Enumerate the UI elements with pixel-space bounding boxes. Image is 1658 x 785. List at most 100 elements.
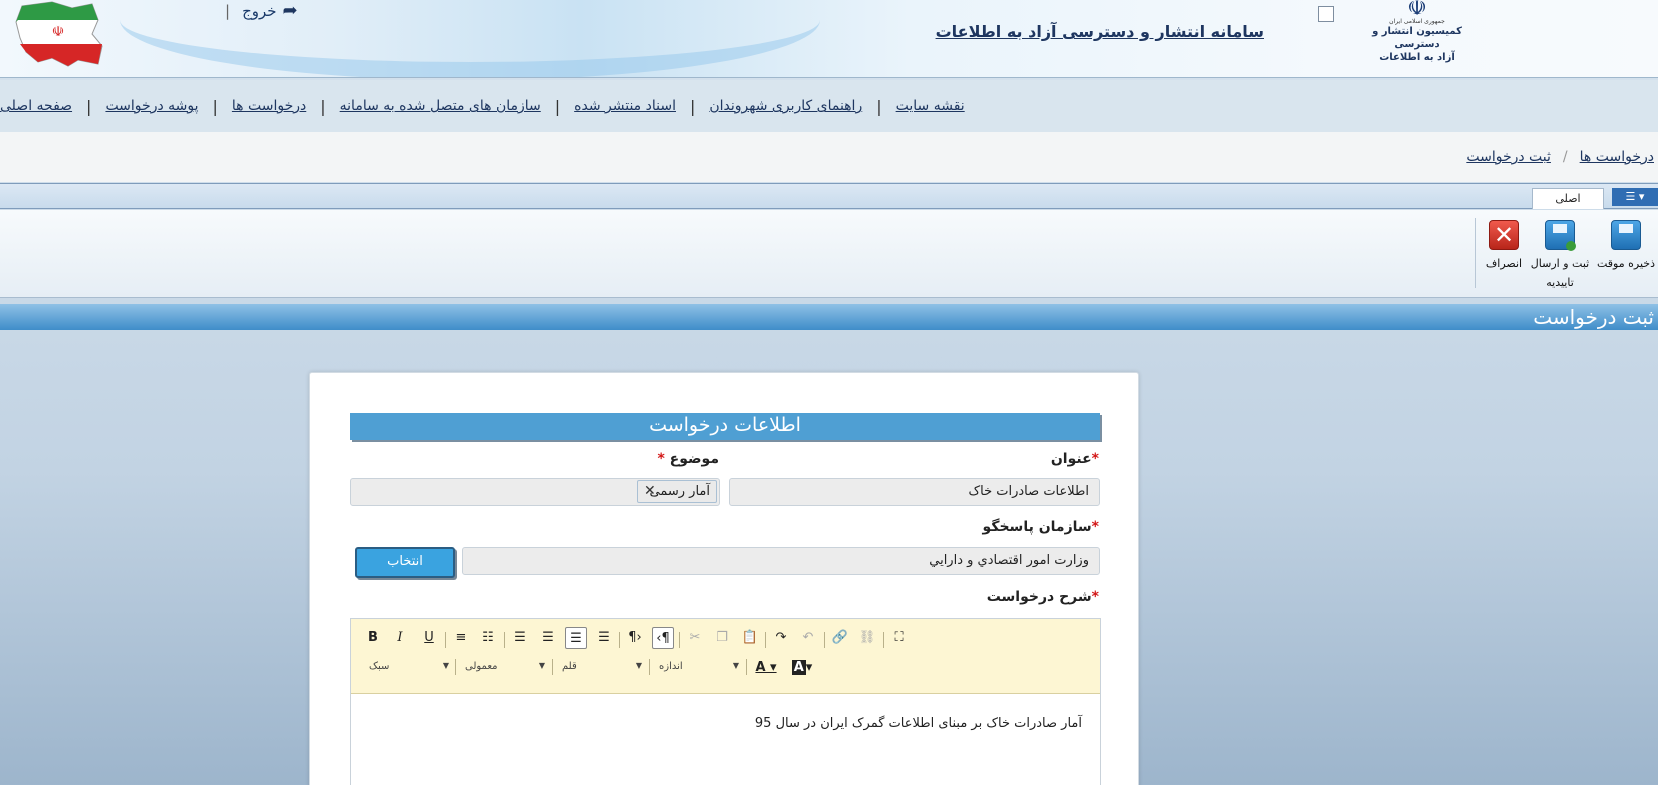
editor-content[interactable]: آمار صادرات خاک بر مبنای اطلاعات گمرک ای… (351, 694, 1100, 753)
nav-divider: | (86, 96, 92, 116)
required-mark: * (1091, 519, 1099, 535)
nav-citizen-guide[interactable]: راهنمای کاربری شهروندان (709, 98, 862, 114)
style-combo[interactable]: سبک ▼ (369, 661, 449, 679)
tab-main[interactable]: اصلی (1532, 188, 1604, 209)
cut-icon[interactable]: ✂ (684, 627, 706, 649)
maximize-icon[interactable]: ⛶ (888, 627, 910, 649)
copy-icon[interactable]: ❐ (711, 627, 733, 649)
toolbar-divider (445, 632, 446, 648)
paste-icon[interactable]: 📋 (739, 627, 761, 649)
menu-icon: ☰ ▾ (1625, 190, 1645, 203)
cancel-button[interactable]: ✕ انصراف (1474, 220, 1534, 273)
justify-icon[interactable]: ☰ (593, 627, 615, 649)
nav-divider: | (689, 96, 696, 116)
organization-input[interactable]: وزارت امور اقتصادي و دارايي (462, 547, 1100, 575)
breadcrumb-separator: / (1562, 149, 1568, 165)
description-label: *شرح درخواست (987, 589, 1099, 605)
chevron-down-icon: ▼ (538, 661, 545, 670)
ribbon-toolbar: ذخیره موقت ثبت و ارسال تاییدیه ✕ انصراف (0, 210, 1658, 298)
ribbon-tabstrip: اصلی ☰ ▾ (0, 183, 1658, 209)
link-icon[interactable]: 🔗 (829, 627, 851, 649)
emblem-icon: ☫ (1407, 0, 1427, 21)
ltr-direction-icon[interactable]: ¶› (624, 627, 646, 649)
align-right-icon[interactable]: ☰ (565, 627, 587, 649)
breadcrumb: درخواست ها / ثبت درخواست (0, 132, 1658, 182)
required-mark: * (657, 451, 665, 467)
nav-connected-orgs[interactable]: سازمان های متصل شده به سامانه (340, 98, 541, 114)
ribbon-menu-button[interactable]: ☰ ▾ (1612, 188, 1658, 206)
nav-request-folder[interactable]: پوشه درخواست (105, 98, 198, 114)
chevron-down-icon: ▼ (442, 661, 449, 670)
chevron-down-icon: ▼ (732, 661, 739, 670)
iran-flag-map-logo: ☫ (15, 1, 103, 67)
emblem-line2: کمیسیون انتشار و دسترسی (1372, 26, 1462, 50)
align-center-icon[interactable]: ☰ (537, 627, 559, 649)
breadcrumb-requests[interactable]: درخواست ها (1580, 149, 1654, 165)
underline-icon[interactable]: U (418, 627, 440, 649)
unlink-icon[interactable]: ⛓ (856, 627, 878, 649)
section-title: ثبت درخواست (0, 304, 1658, 330)
align-left-icon[interactable]: ☰ (509, 627, 531, 649)
cancel-label: انصراف (1485, 257, 1523, 270)
logout-icon: ➦ (282, 0, 298, 21)
editor-toolbar: B I U ≡ ☷ ☰ ☰ ☰ ☰ ¶› ‹¶ ✂ ❐ 📋 ↷ ↶ 🔗 ⛓ ⛶ (351, 619, 1100, 694)
italic-icon[interactable]: I (389, 627, 411, 649)
submit-label-line1: ثبت و ارسال (1530, 257, 1590, 270)
nav-requests[interactable]: درخواست ها (232, 98, 306, 114)
submit-button[interactable]: ثبت و ارسال تاییدیه (1530, 220, 1590, 292)
site-title[interactable]: سامانه انتشار و دسترسی آزاد به اطلاعات (936, 22, 1264, 41)
select-org-button[interactable]: انتخاب (355, 547, 455, 578)
font-combo[interactable]: قلم ▼ (562, 661, 642, 679)
toolbar-divider (504, 632, 505, 648)
breadcrumb-current[interactable]: ثبت درخواست (1466, 149, 1551, 165)
size-combo[interactable]: اندازه ▼ (659, 661, 739, 679)
format-combo-value: معمولی (465, 661, 498, 672)
required-mark: * (1091, 589, 1099, 605)
svg-text:☫: ☫ (52, 24, 65, 40)
bold-icon[interactable]: B (362, 627, 384, 649)
toolbar-divider (765, 632, 766, 648)
toolbar-divider (679, 632, 680, 648)
rich-text-editor: B I U ≡ ☷ ☰ ☰ ☰ ☰ ¶› ‹¶ ✂ ❐ 📋 ↷ ↶ 🔗 ⛓ ⛶ (350, 618, 1101, 785)
title-input[interactable]: اطلاعات صادرات خاک (729, 478, 1100, 506)
chip-remove-icon[interactable]: ✕ (644, 481, 656, 502)
emblem-line1: جمهوری اسلامی ایران (1389, 18, 1445, 25)
commission-emblem: ☫ جمهوری اسلامی ایران کمیسیون انتشار و د… (1362, 0, 1472, 64)
floppy-disk-icon (1611, 220, 1641, 250)
org-label-text: سازمان پاسخگو (982, 519, 1092, 535)
nav-divider: | (212, 96, 218, 116)
org-label: *سازمان پاسخگو (983, 519, 1099, 535)
toolbar-divider (619, 632, 620, 648)
size-combo-value: اندازه (659, 661, 683, 672)
chevron-down-icon: ▼ (635, 661, 642, 670)
undo-icon[interactable]: ↶ (797, 627, 819, 649)
description-label-text: شرح درخواست (986, 589, 1092, 605)
subject-label-text: موضوع (669, 451, 719, 467)
ribbon-divider (1475, 218, 1476, 288)
nav-divider: | (320, 96, 326, 116)
nav-home[interactable]: صفحه اصلی (0, 98, 72, 114)
save-draft-button[interactable]: ذخیره موقت (1596, 220, 1656, 273)
emblem-line3: آزاد به اطلاعات (1379, 52, 1455, 63)
format-combo[interactable]: معمولی ▼ (465, 661, 545, 679)
header-checkbox[interactable] (1318, 6, 1334, 22)
subject-label: موضوع * (657, 451, 719, 467)
nav-divider: | (876, 96, 882, 116)
logout-link[interactable]: | خروج ➦ (225, 0, 298, 21)
text-color-icon[interactable]: A ▾ (755, 657, 777, 679)
nav-published-docs[interactable]: اسناد منتشر شده (574, 98, 676, 114)
nav-divider: | (554, 96, 561, 116)
bullet-list-icon[interactable]: ☷ (477, 627, 499, 649)
form-heading: اطلاعات درخواست (350, 413, 1100, 440)
floppy-send-icon (1545, 220, 1576, 251)
toolbar-divider (649, 659, 650, 675)
redo-icon[interactable]: ↷ (770, 627, 792, 649)
main-nav: صفحه اصلی | پوشه درخواست | درخواست ها | … (0, 80, 1658, 132)
logout-label[interactable]: خروج (242, 2, 276, 20)
rtl-direction-icon[interactable]: ‹¶ (652, 627, 674, 649)
numbered-list-icon[interactable]: ≡ (450, 627, 472, 649)
save-draft-label: ذخیره موقت (1597, 257, 1655, 270)
nav-sitemap[interactable]: نقشه سایت (896, 98, 965, 114)
font-combo-value: قلم (562, 661, 577, 672)
background-color-icon[interactable]: A ▾ (791, 657, 813, 679)
